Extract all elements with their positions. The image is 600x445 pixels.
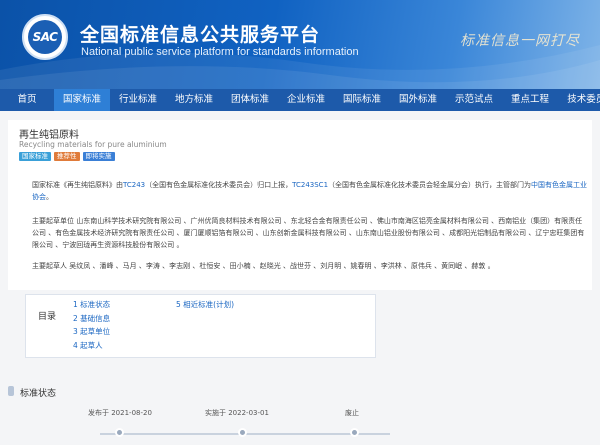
site-slogan: 标准信息一网打尽	[460, 33, 580, 49]
site-logo[interactable]: SAC	[22, 14, 68, 60]
site-title: 全国标准信息公共服务平台	[80, 24, 321, 46]
tag-national-standard: 国家标准	[19, 152, 51, 161]
standard-summary: 国家标准《再生纯铝原料》由TC243（全国有色金属标准化技术委员会）归口上报，T…	[32, 179, 588, 203]
summary-text-2: （全国有色金属标准化技术委员会）归口上报，	[145, 181, 293, 189]
tc-link[interactable]: TC243	[123, 181, 145, 189]
site-subtitle: National public service platform for sta…	[81, 46, 359, 58]
site-logo-mark: SAC	[28, 20, 62, 54]
toc-item-basic-info[interactable]: 2 基础信息	[73, 312, 110, 326]
nav-item-enterprise-standards[interactable]: 企业标准	[278, 89, 334, 111]
timeline-dot-published	[115, 428, 124, 437]
timeline-published: 发布于 2021-08-20	[88, 409, 152, 417]
toc-item-status[interactable]: 1 标准状态	[73, 298, 110, 312]
standard-tags: 国家标准 推荐性 即将实施	[19, 152, 115, 161]
drafting-units: 主要起草单位 山东南山科学技术研究院有限公司 、广州优简良材料技术有限公司 、东…	[32, 217, 585, 249]
nav-item-foreign-standards[interactable]: 国外标准	[390, 89, 446, 111]
table-of-contents: 目录 1 标准状态 2 基础信息 3 起草单位 4 起草人 5 相近标准(计划)	[25, 294, 376, 358]
status-section-title: 标准状态	[20, 389, 57, 399]
toc-item-drafters[interactable]: 4 起草人	[73, 339, 110, 353]
section-marker	[8, 386, 14, 396]
nav-item-group-standards[interactable]: 团体标准	[222, 89, 278, 111]
nav-item-key-projects[interactable]: 重点工程	[502, 89, 558, 111]
sc-link[interactable]: TC243SC1	[292, 181, 328, 189]
standard-title: 再生纯铝原料	[19, 130, 79, 141]
toc-item-drafting-units[interactable]: 3 起草单位	[73, 325, 110, 339]
summary-text-3: （全国有色金属标准化技术委员会轻金属分会）执行，主管部门为	[328, 181, 532, 189]
standard-detail-card: 再生纯铝原料 Recycling materials for pure alum…	[8, 120, 592, 290]
toc-item-related-standards[interactable]: 5 相近标准(计划)	[176, 298, 234, 312]
nav-item-international-standards[interactable]: 国际标准	[334, 89, 390, 111]
standard-title-en: Recycling materials for pure aluminium	[19, 140, 167, 149]
timeline-abolished: 废止	[345, 409, 359, 417]
summary-text-4: 。	[46, 193, 53, 201]
nav-item-local-standards[interactable]: 地方标准	[166, 89, 222, 111]
nav-item-pilot-demo[interactable]: 示范试点	[446, 89, 502, 111]
summary-text-1: 国家标准《再生纯铝原料》由	[32, 181, 123, 189]
tag-upcoming: 即将实施	[82, 152, 115, 161]
nav-item-home[interactable]: 首页	[0, 89, 54, 111]
main-nav: 首页 国家标准 行业标准 地方标准 团体标准 企业标准 国际标准 国外标准 示范…	[0, 89, 600, 111]
timeline-dot-implemented	[238, 428, 247, 437]
toc-column-2: 5 相近标准(计划)	[176, 298, 234, 312]
nav-item-national-standards[interactable]: 国家标准	[54, 89, 110, 111]
toc-label: 目录	[38, 312, 57, 322]
nav-item-industry-standards[interactable]: 行业标准	[110, 89, 166, 111]
nav-item-technical-committees[interactable]: 技术委员会	[558, 89, 600, 111]
timeline-dot-abolished	[350, 428, 359, 437]
drafters: 主要起草人 吴纹凤 、潘峰 、马月 、李涛 、李志刚 、杜恒安 、田小楠 、赵晓…	[32, 262, 495, 270]
timeline-implemented: 实施于 2022-03-01	[205, 409, 269, 417]
toc-column-1: 1 标准状态 2 基础信息 3 起草单位 4 起草人	[73, 298, 110, 352]
tag-recommended: 推荐性	[54, 152, 80, 161]
site-header: SAC 全国标准信息公共服务平台 National public service…	[0, 0, 600, 89]
